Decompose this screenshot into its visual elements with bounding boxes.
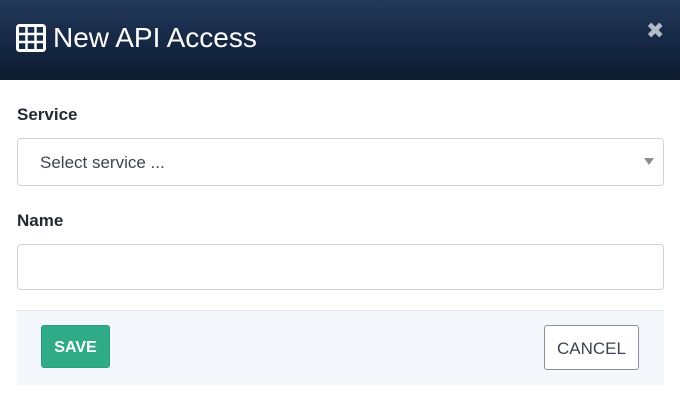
service-select[interactable]: Select service ... xyxy=(17,138,664,186)
close-icon[interactable]: ✖ xyxy=(646,20,664,42)
save-button[interactable]: SAVE xyxy=(41,325,110,368)
table-icon xyxy=(16,24,46,52)
name-input[interactable] xyxy=(17,244,664,290)
service-label: Service xyxy=(17,105,78,124)
dialog-title: New API Access xyxy=(53,22,257,53)
cancel-button[interactable]: CANCEL xyxy=(544,325,639,370)
dialog-header: New API Access ✖ xyxy=(0,0,680,80)
new-api-access-dialog: New API Access ✖ Service Select service … xyxy=(0,0,680,401)
service-select-value: Select service ... xyxy=(40,153,165,172)
name-label: Name xyxy=(17,211,64,230)
dialog-footer: SAVE CANCEL xyxy=(17,310,664,385)
caret-down-icon xyxy=(644,158,654,165)
